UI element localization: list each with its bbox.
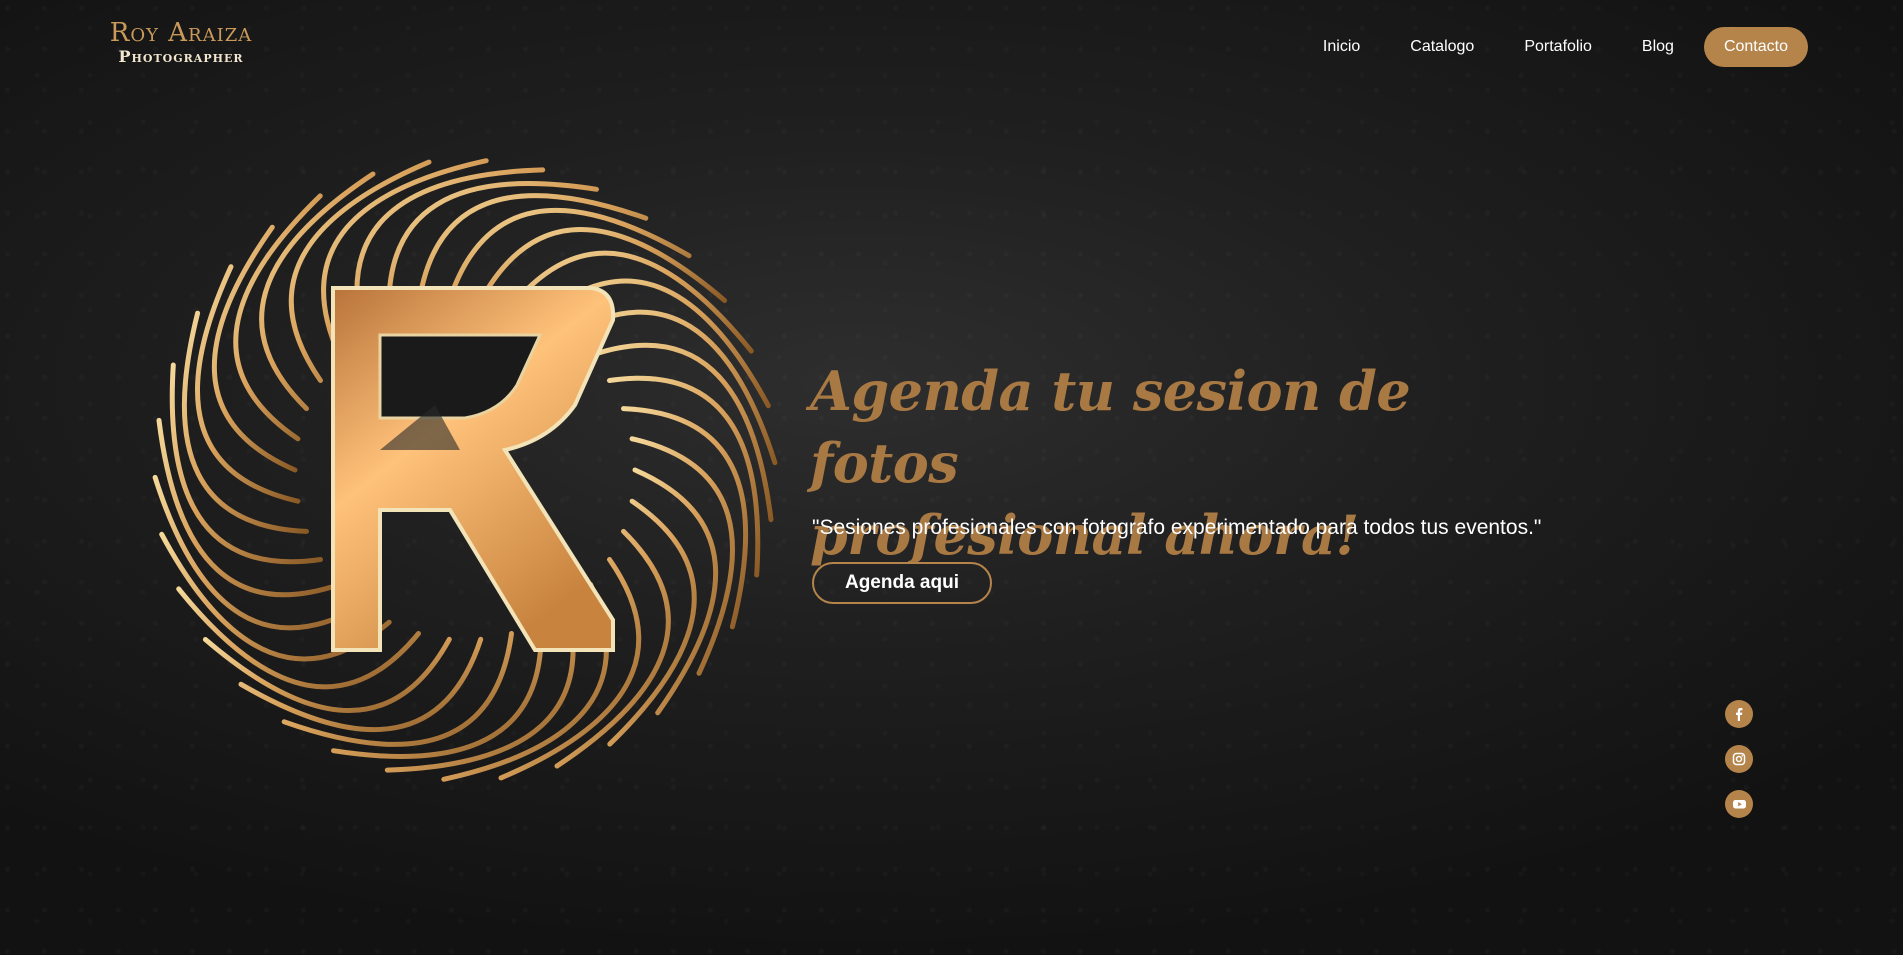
swirl-ray [202, 636, 452, 713]
book-now-button[interactable]: Agenda aqui [812, 562, 992, 604]
brand-logo[interactable]: Roy Araiza Photographer [96, 20, 266, 65]
nav-item-blog[interactable]: Blog [1617, 27, 1699, 67]
social-links [1725, 700, 1753, 818]
hero-emblem [152, 158, 778, 782]
swirl-ray [632, 467, 719, 716]
hero-subtitle: "Sesiones profesionales con fotografo ex… [812, 516, 1542, 539]
swirl-ray [176, 586, 421, 690]
swirl-ray [588, 342, 774, 523]
facebook-icon[interactable] [1725, 700, 1753, 728]
brand-name: Roy Araiza [109, 18, 253, 48]
contact-button[interactable]: Contacto [1703, 27, 1808, 67]
instagram-icon[interactable] [1725, 745, 1753, 773]
swirl-ray [211, 224, 298, 473]
brand-subtitle: Photographer [118, 47, 244, 66]
swirl-ray [607, 498, 697, 747]
r-letter [331, 286, 616, 652]
nav-item-portafolio[interactable]: Portafolio [1499, 27, 1617, 67]
swirl-ray [156, 417, 342, 598]
swirl-ray [233, 193, 323, 442]
main-nav: Inicio Catalogo Portafolio Blog Contacto [1298, 27, 1808, 67]
hero-title-line1: Agenda tu sesion de fotos [810, 359, 1411, 495]
youtube-icon[interactable] [1725, 790, 1753, 818]
nav-item-catalogo[interactable]: Catalogo [1385, 27, 1499, 67]
nav-item-inicio[interactable]: Inicio [1298, 27, 1385, 67]
